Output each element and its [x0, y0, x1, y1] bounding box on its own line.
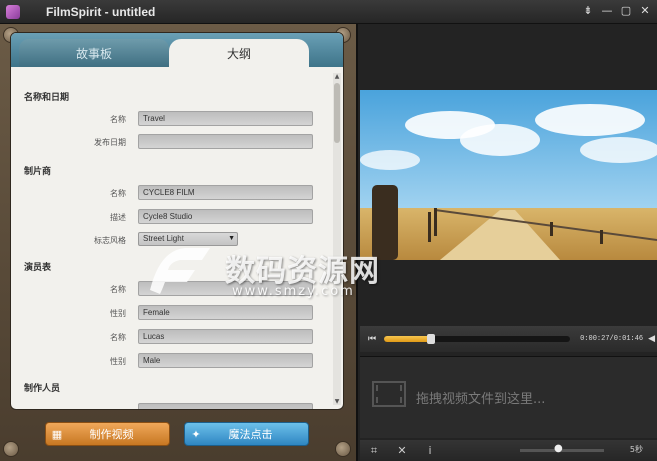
timecode: 0:00:27/0:01:46 — [580, 335, 644, 343]
logo-style-label: 标志风格 — [94, 236, 126, 245]
cast2-gender-field[interactable]: Male — [138, 353, 313, 368]
release-date-label: 发布日期 — [94, 138, 126, 147]
cast1-name-field[interactable] — [138, 281, 313, 296]
logo-style-value: Street Light — [143, 234, 184, 243]
preview-frame-image — [360, 90, 657, 260]
producer-name-field[interactable]: CYCLE8 FILM — [138, 185, 313, 200]
magic-wand-icon: ✦ — [191, 427, 201, 441]
film-strip-icon — [372, 381, 406, 407]
dropzone-hint: 拖拽视频文件到这里... — [416, 392, 546, 407]
close-icon[interactable]: ✕ — [639, 4, 651, 18]
cast1-gender-field[interactable]: Female — [138, 305, 313, 320]
player-controls: ⏮ 0:00:27/0:01:46 ◀ — [360, 326, 657, 352]
section-cast: 演员表 — [24, 263, 52, 273]
section-name-date: 名称和日期 — [24, 93, 70, 103]
producer-desc-label: 描述 — [110, 213, 126, 222]
tab-outline[interactable]: 大纲 — [169, 39, 309, 67]
cast2-name-label: 名称 — [110, 333, 126, 342]
name-label: 名称 — [110, 115, 126, 124]
form-scrollbar[interactable]: ▲ ▼ — [333, 73, 341, 405]
minimize-icon[interactable]: — — [601, 4, 613, 18]
producer-name-label: 名称 — [110, 189, 126, 198]
outline-panel-frame: 故事板 大纲 名称和日期 名称 Travel 发布日期 制片商 名称 CYCLE… — [0, 24, 358, 461]
cast1-name-label: 名称 — [110, 285, 126, 294]
section-producer: 制片商 — [24, 167, 52, 177]
chevron-down-icon: ▼ — [228, 235, 235, 242]
video-preview[interactable] — [360, 90, 657, 260]
progress-fill — [384, 336, 431, 342]
scroll-down-icon[interactable]: ▼ — [333, 398, 341, 405]
action-buttons: ▦ 制作视频 ✦ 魔法点击 — [0, 422, 358, 461]
playback-progress[interactable] — [384, 334, 571, 344]
crew-field[interactable] — [138, 403, 313, 409]
cast1-gender-label: 性别 — [110, 309, 126, 318]
info-icon[interactable]: i — [416, 444, 444, 457]
window-title: FilmSpirit - untitled — [46, 4, 156, 19]
app-window: FilmSpirit - untitled ⇟ — ▢ ✕ 故事板 大纲 名称和… — [0, 0, 657, 461]
title-bar: FilmSpirit - untitled ⇟ — ▢ ✕ — [0, 0, 657, 24]
preview-area: ⏮ 0:00:27/0:01:46 ◀ 拖拽视频文件到这里... ⌗ ✕ i ●… — [360, 24, 657, 461]
app-logo-icon — [6, 4, 20, 19]
outline-panel: 故事板 大纲 名称和日期 名称 Travel 发布日期 制片商 名称 CYCLE… — [10, 32, 344, 410]
release-date-field[interactable] — [138, 134, 313, 149]
pin-icon[interactable]: ⇟ — [582, 4, 594, 18]
name-field[interactable]: Travel — [138, 111, 313, 126]
window-controls: ⇟ — ▢ ✕ — [582, 4, 651, 18]
logo-style-select[interactable]: Street Light ▼ — [138, 232, 238, 246]
scroll-thumb[interactable] — [334, 83, 340, 143]
timeline-toolbar: ⌗ ✕ i ● 5秒 — [360, 440, 657, 461]
crop-icon[interactable]: ⌗ — [360, 444, 388, 458]
panel-tabs: 故事板 大纲 — [11, 33, 343, 67]
zoom-knob-icon[interactable]: ● — [554, 443, 563, 454]
cast2-gender-label: 性别 — [110, 357, 126, 366]
producer-desc-field[interactable]: Cycle8 Studio — [138, 209, 313, 224]
maximize-icon[interactable]: ▢ — [620, 4, 632, 18]
tab-storyboard[interactable]: 故事板 — [19, 39, 169, 67]
timeline-dropzone[interactable]: 拖拽视频文件到这里... — [360, 356, 657, 438]
zoom-label: 5秒 — [629, 445, 643, 454]
film-icon: ▦ — [51, 427, 63, 441]
progress-knob[interactable] — [426, 334, 435, 344]
scroll-up-icon[interactable]: ▲ — [333, 73, 341, 80]
cast2-name-field[interactable]: Lucas — [138, 329, 313, 344]
outline-form: 名称和日期 名称 Travel 发布日期 制片商 名称 CYCLE8 FILM … — [11, 67, 333, 409]
magic-click-button[interactable]: ✦ 魔法点击 — [184, 422, 309, 446]
delete-icon[interactable]: ✕ — [388, 444, 416, 457]
skip-back-icon[interactable]: ⏮ — [368, 334, 376, 344]
make-video-button[interactable]: ▦ 制作视频 — [45, 422, 170, 446]
section-crew: 制作人员 — [24, 384, 61, 394]
volume-icon[interactable]: ◀ — [648, 334, 655, 344]
